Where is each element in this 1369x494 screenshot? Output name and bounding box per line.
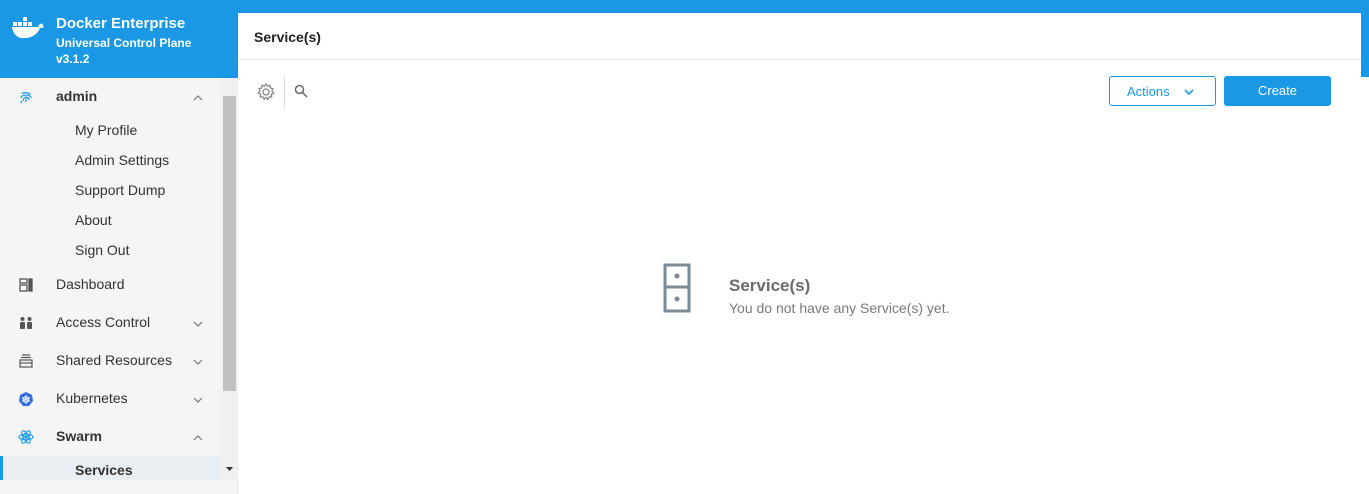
user-menu-support-dump[interactable]: Support Dump [0, 176, 221, 206]
chevron-up-icon[interactable] [191, 431, 205, 445]
kubernetes-icon [19, 392, 33, 406]
title-divider [238, 59, 1361, 60]
chevron-up-icon[interactable] [191, 91, 205, 105]
sidebar-item-label: Dashboard [56, 276, 125, 292]
user-menu-about[interactable]: About [0, 206, 221, 236]
sidebar-item-label: Services [75, 462, 133, 478]
service-icon [663, 263, 691, 313]
fingerprint-icon [20, 92, 32, 104]
search-icon[interactable] [293, 83, 309, 99]
users-icon [20, 317, 32, 329]
empty-state-title: Service(s) [729, 276, 811, 295]
sidebar-item-kubernetes[interactable]: Kubernetes [0, 380, 221, 418]
chevron-down-icon[interactable] [191, 393, 205, 407]
chevron-down-icon [1184, 89, 1194, 96]
brand-header[interactable]: Docker Enterprise Universal Control Plan… [0, 0, 238, 78]
brand-subtitle: Universal Control Plane [56, 36, 192, 50]
user-menu-label: About [75, 212, 112, 228]
chevron-down-icon[interactable] [191, 355, 205, 369]
actions-label: Actions [1127, 84, 1170, 99]
create-button[interactable]: Create [1224, 76, 1331, 106]
docker-whale-icon [12, 17, 44, 39]
right-accent-bar [1361, 13, 1369, 77]
toolbar-divider [284, 76, 285, 109]
sidebar-item-shared-resources[interactable]: Shared Resources [0, 342, 221, 380]
sidebar-item-label: admin [56, 88, 98, 104]
user-menu-label: Sign Out [75, 242, 130, 258]
user-menu-admin-settings[interactable]: Admin Settings [0, 146, 221, 176]
sidebar-item-label: Access Control [56, 314, 151, 330]
user-menu-label: Admin Settings [75, 152, 170, 168]
sidebar-scrollbar[interactable] [221, 78, 238, 480]
sidebar-nav: admin My Profile Admin Settings Support … [0, 78, 221, 480]
user-menu-label: My Profile [75, 122, 138, 138]
page-title: Service(s) [254, 29, 321, 45]
shared-resources-icon [19, 354, 33, 368]
empty-state-message: You do not have any Service(s) yet. [729, 300, 950, 316]
scroll-down-arrow-icon[interactable] [224, 464, 235, 474]
chevron-down-icon[interactable] [191, 317, 205, 331]
sidebar-item-label: Swarm [56, 428, 102, 444]
brand-version: v3.1.2 [56, 52, 90, 66]
sidebar-item-admin[interactable]: admin [0, 78, 221, 116]
sidebar-item-label: Kubernetes [56, 390, 128, 406]
brand-product: Docker Enterprise [56, 15, 186, 32]
scrollbar-thumb[interactable] [223, 96, 236, 391]
top-accent-bar [238, 0, 1369, 13]
swarm-icon [18, 430, 34, 444]
user-menu-label: Support Dump [75, 182, 166, 198]
gear-icon[interactable] [256, 82, 276, 102]
sidebar-item-label: Shared Resources [56, 352, 172, 368]
sidebar: Docker Enterprise Universal Control Plan… [0, 0, 238, 494]
user-menu-my-profile[interactable]: My Profile [0, 116, 221, 146]
user-menu-sign-out[interactable]: Sign Out [0, 236, 221, 266]
sidebar-item-services[interactable]: Services [0, 456, 221, 480]
sidebar-item-access-control[interactable]: Access Control [0, 304, 221, 342]
dashboard-icon [19, 278, 33, 292]
sidebar-item-swarm[interactable]: Swarm [0, 418, 221, 456]
actions-dropdown-button[interactable]: Actions [1109, 76, 1216, 106]
sidebar-item-dashboard[interactable]: Dashboard [0, 266, 221, 304]
